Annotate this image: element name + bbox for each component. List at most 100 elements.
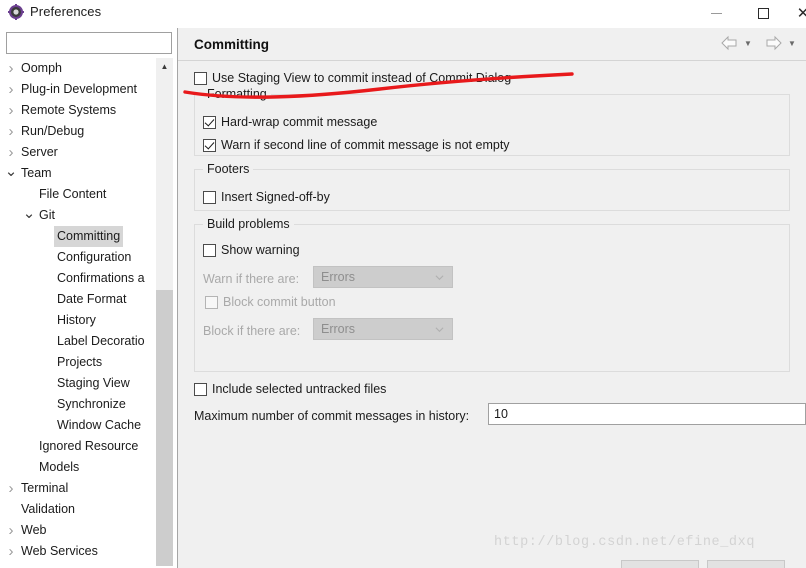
- block-commit-button-checkbox[interactable]: [205, 295, 218, 309]
- search-input[interactable]: [6, 32, 172, 54]
- sidebar-item-synchronize[interactable]: Synchronize: [4, 394, 156, 415]
- window-title: Preferences: [30, 4, 102, 19]
- warn-if-there-are-dropdown[interactable]: Errors: [313, 266, 453, 288]
- preferences-tree[interactable]: › Oomph › Plug-in Development › Remote System…: [4, 58, 156, 566]
- sidebar-item-label: Web: [21, 523, 47, 537]
- include-untracked-checkbox-row[interactable]: Include selected untracked files: [194, 380, 386, 398]
- hard-wrap-checkbox[interactable]: [203, 115, 216, 129]
- insert-signed-off-by-checkbox[interactable]: [203, 190, 216, 204]
- warn-second-line-checkbox-row[interactable]: Warn if second line of commit message is…: [203, 136, 510, 154]
- minimize-icon: [710, 12, 722, 14]
- sidebar-item-terminal[interactable]: › Terminal: [4, 478, 156, 499]
- sidebar-item-server[interactable]: › Server: [4, 142, 156, 163]
- sidebar-item-label: Oomph: [21, 61, 62, 75]
- chevron-right-icon[interactable]: ›: [4, 142, 18, 163]
- dialog-button-left[interactable]: [621, 560, 699, 568]
- scrollbar-thumb[interactable]: [156, 290, 173, 566]
- sidebar-item-committing[interactable]: Committing: [4, 226, 156, 247]
- max-history-field-wrapper: [488, 403, 806, 425]
- back-arrow-icon: [721, 35, 737, 51]
- insert-signed-off-by-checkbox-row[interactable]: Insert Signed-off-by: [203, 188, 330, 206]
- chevron-right-icon[interactable]: ›: [4, 58, 18, 79]
- maximize-button[interactable]: [742, 0, 784, 26]
- insert-signed-off-by-label: Insert Signed-off-by: [221, 190, 330, 204]
- use-staging-view-label: Use Staging View to commit instead of Co…: [212, 71, 512, 85]
- use-staging-view-checkbox-row[interactable]: Use Staging View to commit instead of Co…: [194, 69, 511, 87]
- sidebar-item-label: Validation: [21, 502, 75, 516]
- forward-button[interactable]: ▼: [764, 35, 796, 51]
- sidebar-item-web[interactable]: › Web: [4, 520, 156, 541]
- block-commit-button-checkbox-row[interactable]: Block commit button: [205, 293, 336, 311]
- sidebar-item-plug-in-development[interactable]: › Plug-in Development: [4, 79, 156, 100]
- back-chevron-down-icon[interactable]: ▼: [744, 39, 752, 48]
- back-button[interactable]: ▼: [720, 35, 752, 51]
- sidebar-item-ignored-resource[interactable]: Ignored Resource: [4, 436, 156, 457]
- minimize-button[interactable]: [695, 0, 737, 26]
- sidebar-item-label: Confirmations a: [57, 271, 145, 285]
- sidebar-item-team[interactable]: ⌄ Team: [4, 163, 156, 184]
- sidebar-item-validation[interactable]: Validation: [4, 499, 156, 520]
- chevron-down-icon[interactable]: ⌄: [22, 205, 36, 223]
- warn-second-line-checkbox[interactable]: [203, 138, 216, 152]
- forward-chevron-down-icon[interactable]: ▼: [788, 39, 796, 48]
- sidebar-item-remote-systems[interactable]: › Remote Systems: [4, 100, 156, 121]
- sidebar-item-file-content[interactable]: File Content: [4, 184, 156, 205]
- close-icon: ✕: [796, 4, 806, 22]
- sidebar-item-staging-view[interactable]: Staging View: [4, 373, 156, 394]
- sidebar-item-confirmations-a[interactable]: Confirmations a: [4, 268, 156, 289]
- chevron-right-icon[interactable]: ›: [4, 121, 18, 142]
- max-history-input[interactable]: [489, 406, 805, 422]
- sidebar-item-label: Server: [21, 145, 58, 159]
- sidebar-item-label-decoratio[interactable]: Label Decoratio: [4, 331, 156, 352]
- sidebar-item-oomph[interactable]: › Oomph: [4, 58, 156, 79]
- sidebar-item-label: Projects: [57, 355, 103, 369]
- watermark-text: http://blog.csdn.net/efine_dxq: [494, 535, 756, 550]
- sidebar-item-label: Web Services: [21, 544, 98, 558]
- sidebar-item-web-services[interactable]: › Web Services: [4, 541, 156, 562]
- sidebar-item-label: Run/Debug: [21, 124, 85, 138]
- sidebar-item-xml[interactable]: ›XML: [4, 562, 156, 566]
- sidebar-item-label: Synchronize: [57, 397, 126, 411]
- block-if-there-are-dropdown[interactable]: Errors: [313, 318, 453, 340]
- include-untracked-checkbox[interactable]: [194, 382, 207, 396]
- chevron-down-icon: [435, 327, 444, 333]
- formatting-group-label: Formatting: [203, 87, 271, 101]
- sidebar-item-history[interactable]: History: [4, 310, 156, 331]
- sidebar-item-run-debug[interactable]: › Run/Debug: [4, 121, 156, 142]
- chevron-right-icon[interactable]: ›: [4, 79, 18, 100]
- show-warning-label: Show warning: [221, 243, 300, 257]
- use-staging-view-checkbox[interactable]: [194, 71, 207, 85]
- show-warning-checkbox[interactable]: [203, 243, 216, 257]
- warn-if-there-are-value: Errors: [321, 270, 356, 284]
- sidebar-item-git[interactable]: ⌄ Git: [4, 205, 156, 226]
- dialog-button-right[interactable]: [707, 560, 785, 568]
- show-warning-checkbox-row[interactable]: Show warning: [203, 241, 300, 259]
- sidebar-item-models[interactable]: Models: [4, 457, 156, 478]
- sidebar-item-label: Configuration: [57, 250, 132, 264]
- tree-scrollbar[interactable]: ▲: [156, 58, 173, 566]
- close-button[interactable]: ✕: [788, 0, 806, 26]
- scroll-up-icon[interactable]: ▲: [156, 58, 173, 75]
- chevron-right-icon[interactable]: ›: [4, 541, 18, 562]
- chevron-down-icon[interactable]: ⌄: [4, 163, 18, 181]
- sidebar-item-label: Models: [39, 460, 80, 474]
- sidebar-item-label: Git: [39, 208, 55, 222]
- chevron-right-icon[interactable]: ›: [4, 562, 18, 566]
- hard-wrap-checkbox-row[interactable]: Hard-wrap commit message: [203, 113, 377, 131]
- page-title: Committing: [194, 37, 269, 52]
- sidebar-item-projects[interactable]: Projects: [4, 352, 156, 373]
- chevron-right-icon[interactable]: ›: [4, 100, 18, 121]
- sidebar-item-date-format[interactable]: Date Format: [4, 289, 156, 310]
- sidebar-item-configuration[interactable]: Configuration: [4, 247, 156, 268]
- chevron-right-icon[interactable]: ›: [4, 478, 18, 499]
- chevron-right-icon[interactable]: ›: [4, 520, 18, 541]
- committing-panel: Committing ▼ ▼ Use Staging View to commi…: [178, 28, 806, 568]
- sidebar-item-window-cache[interactable]: Window Cache: [4, 415, 156, 436]
